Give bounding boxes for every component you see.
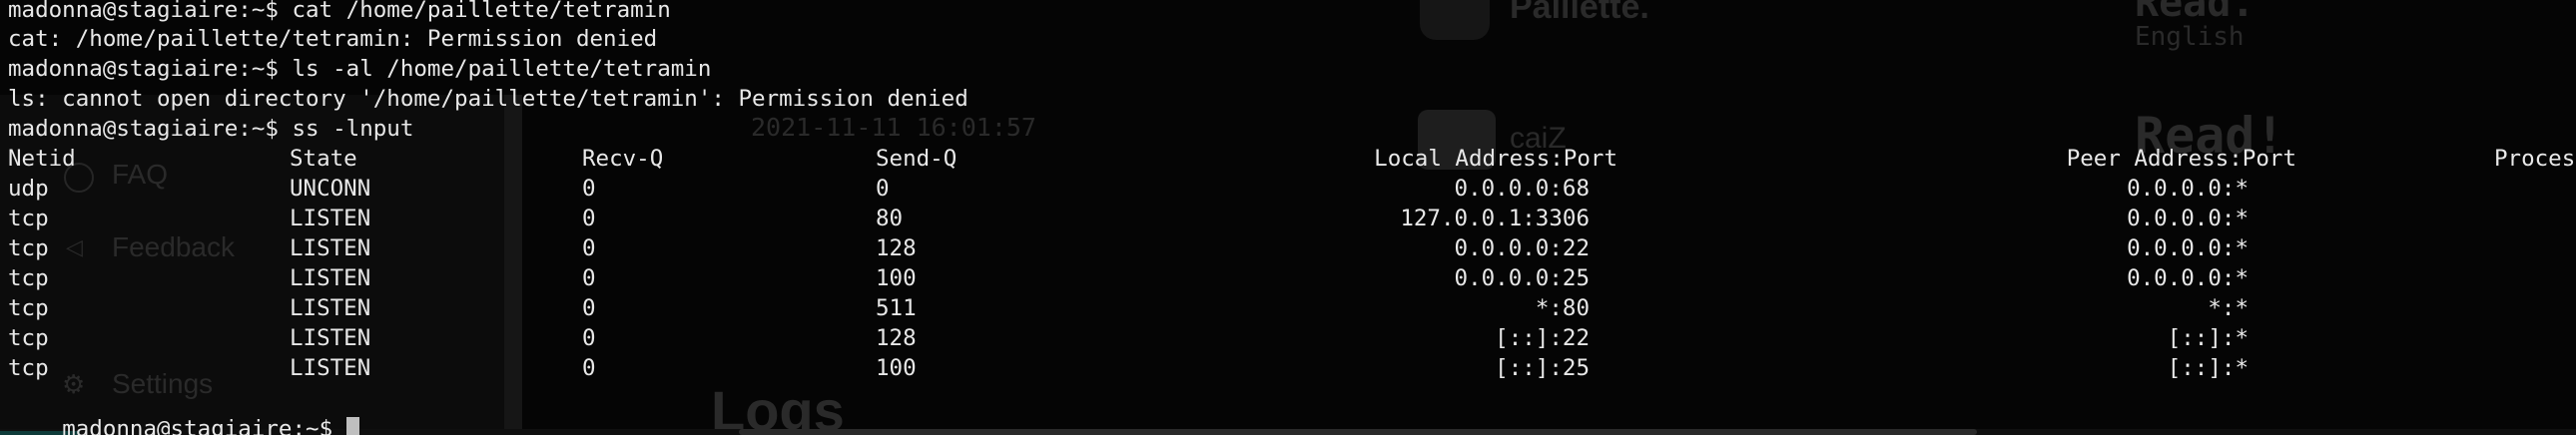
cell-netid: tcp (8, 235, 49, 261)
cell-state: UNCONN (290, 176, 371, 202)
ghost-top-name: Paillette. (1510, 0, 1649, 26)
table-row: tcp LISTEN 0 80 127.0.0.1:3306 0.0.0.0:* (0, 204, 2576, 233)
cell-local: 0.0.0.0:22 (1454, 235, 1590, 261)
terminal-line: ls: cannot open directory '/home/paillet… (8, 86, 968, 112)
terminal-prompt-line[interactable]: madonna@stagiaire:~$ (8, 384, 360, 435)
cell-peer: 0.0.0.0:* (2127, 206, 2249, 231)
ghost-timestamp: 2021-11-11 16:01:57 (751, 113, 1036, 142)
header-recvq: Recv-Q (582, 146, 664, 172)
cursor (346, 417, 360, 435)
cell-peer: 0.0.0.0:* (2127, 176, 2249, 202)
ghost-scrollbar (739, 429, 1977, 435)
cell-local: 127.0.0.1:3306 (1400, 206, 1590, 231)
cell-peer: [::]:* (2167, 325, 2249, 351)
cell-recvq: 0 (582, 206, 596, 231)
terminal-line: cat: /home/paillette/tetramin: Permissio… (8, 26, 658, 52)
table-row: tcp LISTEN 0 100 [::]:25 [::]:* (0, 353, 2576, 383)
cell-peer: 0.0.0.0:* (2127, 265, 2249, 291)
cell-recvq: 0 (582, 176, 596, 202)
cell-state: LISTEN (290, 235, 371, 261)
cell-sendq: 128 (876, 325, 917, 351)
cell-netid: tcp (8, 265, 49, 291)
cell-state: LISTEN (290, 355, 371, 381)
cell-local: 0.0.0.0:25 (1454, 265, 1590, 291)
cell-netid: tcp (8, 206, 49, 231)
cell-recvq: 0 (582, 355, 596, 381)
cell-state: LISTEN (290, 206, 371, 231)
ghost-top-avatar (1420, 0, 1490, 40)
cell-peer: *:* (2208, 295, 2249, 321)
table-row: tcp LISTEN 0 100 0.0.0.0:25 0.0.0.0:* (0, 263, 2576, 293)
cell-netid: tcp (8, 295, 49, 321)
cell-sendq: 80 (876, 206, 904, 231)
terminal-line: madonna@stagiaire:~$ ss -lnput (8, 116, 414, 142)
prompt: madonna@stagiaire:~$ (62, 416, 333, 435)
cell-netid: tcp (8, 325, 49, 351)
table-row: tcp LISTEN 0 128 0.0.0.0:22 0.0.0.0:* (0, 233, 2576, 263)
header-state: State (290, 146, 357, 172)
cell-recvq: 0 (582, 295, 596, 321)
cell-netid: udp (8, 176, 49, 202)
cell-sendq: 0 (876, 176, 890, 202)
cell-peer: 0.0.0.0:* (2127, 235, 2249, 261)
header-peer: Peer Address:Port (2066, 146, 2296, 172)
header-sendq: Send-Q (876, 146, 958, 172)
ghost-heading-logs: Logs (711, 379, 845, 435)
cell-sendq: 511 (876, 295, 917, 321)
cell-local: *:80 (1535, 295, 1590, 321)
cell-state: LISTEN (290, 325, 371, 351)
cell-local: [::]:22 (1495, 325, 1590, 351)
cell-local: [::]:25 (1495, 355, 1590, 381)
ghost-language: English (2135, 22, 2245, 52)
cell-sendq: 128 (876, 235, 917, 261)
table-row: udp UNCONN 0 0 0.0.0.0:68 0.0.0.0:* (0, 174, 2576, 204)
cell-peer: [::]:* (2167, 355, 2249, 381)
cell-recvq: 0 (582, 235, 596, 261)
cell-sendq: 100 (876, 265, 917, 291)
cell-sendq: 100 (876, 355, 917, 381)
table-row: tcp LISTEN 0 511 *:80 *:* (0, 293, 2576, 323)
cell-recvq: 0 (582, 325, 596, 351)
table-header: Netid State Recv-Q Send-Q Local Address:… (0, 144, 2576, 174)
header-netid: Netid (8, 146, 76, 172)
header-process: Proces (2494, 146, 2576, 172)
ghost-top-right: Read. (2135, 0, 2255, 26)
terminal-line: madonna@stagiaire:~$ cat /home/paillette… (8, 0, 671, 23)
cell-state: LISTEN (290, 295, 371, 321)
cell-state: LISTEN (290, 265, 371, 291)
table-row: tcp LISTEN 0 128 [::]:22 [::]:* (0, 323, 2576, 353)
cell-recvq: 0 (582, 265, 596, 291)
terminal-window[interactable]: FAQ ◁ Feedback ⚙ Settings 2021-11-11 16:… (0, 0, 2576, 435)
terminal-line: madonna@stagiaire:~$ ls -al /home/paille… (8, 56, 712, 82)
header-local: Local Address:Port (1374, 146, 1617, 172)
cell-local: 0.0.0.0:68 (1454, 176, 1590, 202)
cell-netid: tcp (8, 355, 49, 381)
